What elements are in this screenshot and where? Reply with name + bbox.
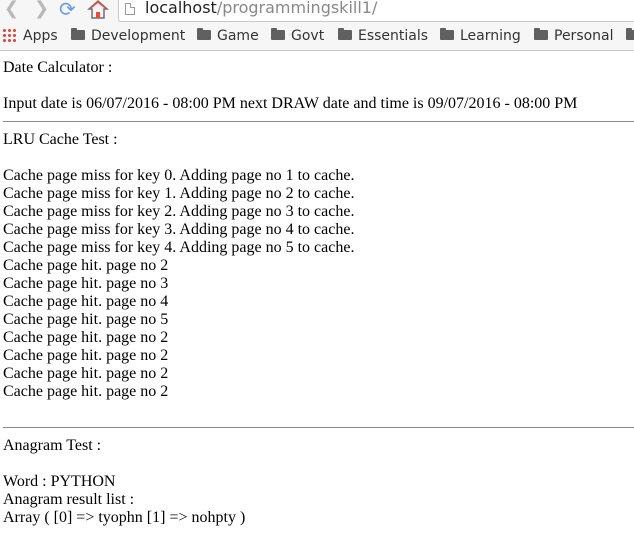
bookmark-label: Essentials xyxy=(358,28,429,44)
lru-log-line: Cache page hit. page no 4 xyxy=(3,293,169,310)
bookmark-personal[interactable]: Personal xyxy=(534,26,614,46)
lru-log-line: Cache page miss for key 3. Adding page n… xyxy=(3,221,355,238)
reload-icon[interactable]: ⟳ xyxy=(59,0,76,20)
url-path: /programmingskill1/ xyxy=(216,0,378,17)
apps-grid-icon xyxy=(2,28,16,42)
bookmark-label: Learning xyxy=(460,28,521,44)
lru-log-line: Cache page hit. page no 5 xyxy=(3,311,169,328)
bookmark-govt[interactable]: Govt xyxy=(271,26,324,46)
bookmark-game[interactable]: Game xyxy=(197,26,259,46)
bookmark-essentials[interactable]: Essentials xyxy=(338,26,428,46)
bookmark-learning[interactable]: Learning xyxy=(440,26,521,46)
date-calculator-heading: Date Calculator : xyxy=(3,59,113,76)
folder-icon xyxy=(338,28,352,40)
section-divider xyxy=(3,427,634,428)
lru-log-line: Cache page hit. page no 3 xyxy=(3,275,169,292)
address-bar[interactable]: localhost/programmingskill1/ xyxy=(118,0,634,22)
folder-icon xyxy=(197,28,211,40)
lru-log: Cache page miss for key 0. Adding page n… xyxy=(3,167,634,401)
lru-cache-heading: LRU Cache Test : xyxy=(3,131,118,148)
bookmark-overflow[interactable] xyxy=(626,26,634,46)
lru-log-line: Cache page hit. page no 2 xyxy=(3,257,169,274)
bookmark-label: Development xyxy=(91,28,186,44)
lru-log-line: Cache page hit. page no 2 xyxy=(3,383,169,400)
folder-icon xyxy=(271,28,285,40)
folder-icon xyxy=(626,28,634,40)
lru-log-line: Cache page hit. page no 2 xyxy=(3,329,169,346)
anagram-word: Word : PYTHON xyxy=(3,473,116,490)
anagram-list-label: Anagram result list : xyxy=(3,491,135,508)
bookmark-apps[interactable]: Apps xyxy=(2,26,58,46)
forward-icon[interactable]: ❯ xyxy=(34,0,49,20)
folder-icon xyxy=(534,28,548,40)
url-host: localhost xyxy=(145,0,217,17)
back-icon[interactable]: ❮ xyxy=(4,0,19,20)
lru-log-line: Cache page hit. page no 2 xyxy=(3,365,169,382)
browser-toolbar: ❮ ❯ ⟳ localhost/programmingskill1/ xyxy=(0,0,634,22)
lru-log-line: Cache page miss for key 4. Adding page n… xyxy=(3,239,355,256)
bookmark-label: Govt xyxy=(291,28,325,44)
date-result: Input date is 06/07/2016 - 08:00 PM next… xyxy=(3,95,578,112)
bookmark-label: Apps xyxy=(23,28,58,44)
url-text[interactable]: localhost/programmingskill1/ xyxy=(145,0,377,17)
bookmark-label: Game xyxy=(217,28,259,44)
bookmark-label: Personal xyxy=(554,28,614,44)
bookmark-development[interactable]: Development xyxy=(71,26,185,46)
section-divider xyxy=(3,121,634,122)
page-content: Date Calculator : Input date is 06/07/20… xyxy=(3,59,634,527)
anagram-array: Array ( [0] => tyophn [1] => nohpty ) xyxy=(3,509,246,526)
bookmarks-bar: Apps Development Game Govt Essentials Le… xyxy=(0,25,634,47)
folder-icon xyxy=(440,28,454,40)
anagram-heading: Anagram Test : xyxy=(3,437,102,454)
lru-log-line: Cache page miss for key 0. Adding page n… xyxy=(3,167,355,184)
lru-log-line: Cache page miss for key 1. Adding page n… xyxy=(3,185,355,202)
folder-icon xyxy=(71,28,85,40)
lru-log-line: Cache page miss for key 2. Adding page n… xyxy=(3,203,355,220)
home-icon[interactable] xyxy=(87,0,109,19)
browser-chrome: ❮ ❯ ⟳ localhost/programmingskill1/ Apps … xyxy=(0,0,634,51)
lru-log-line: Cache page hit. page no 2 xyxy=(3,347,169,364)
page-icon xyxy=(125,3,135,15)
